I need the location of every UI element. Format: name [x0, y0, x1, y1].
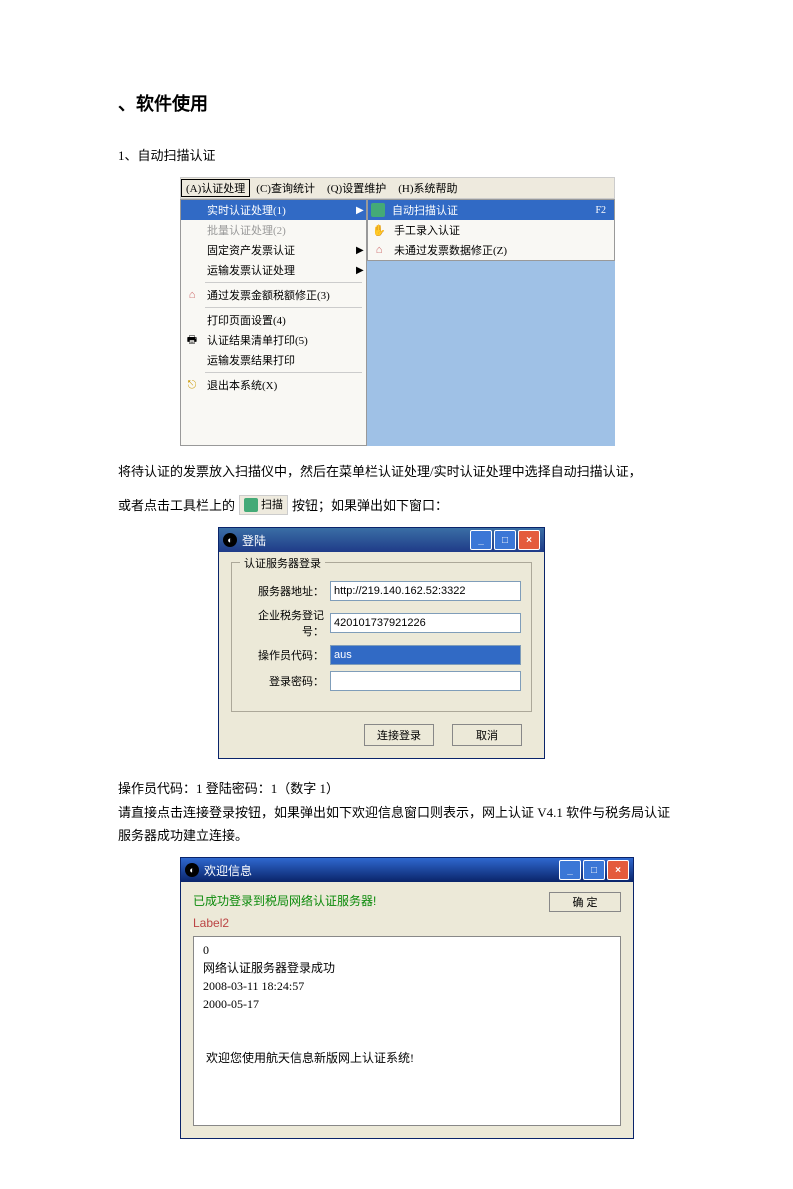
- menu-item-batch[interactable]: 批量认证处理(2): [181, 220, 366, 240]
- operator-code-label: 操作员代码：: [242, 647, 324, 663]
- label2: Label2: [193, 916, 621, 930]
- welcome-intro: 请直接点击连接登录按钮，如果弹出如下欢迎信息窗口则表示，网上认证 V4.1 软件…: [118, 801, 675, 848]
- login-titlebar[interactable]: ◐ 登陆 _ □ ×: [219, 528, 544, 552]
- menu-item-realtime[interactable]: 实时认证处理(1) ▶: [181, 200, 366, 220]
- menu-item-print-result[interactable]: 🖶认证结果清单打印(5): [181, 330, 366, 350]
- login-title: 登陆: [242, 532, 266, 549]
- tax-id-label: 企业税务登记号：: [242, 607, 324, 639]
- instruction-1: 将待认证的发票放入扫描仪中，然后在菜单栏认证处理/实时认证处理中选择自动扫描认证…: [118, 460, 675, 483]
- menu-item-amount-correct[interactable]: ⌂通过发票金额税额修正(3): [181, 285, 366, 305]
- tax-id-input[interactable]: [330, 613, 521, 633]
- blank-icon: [181, 200, 203, 220]
- welcome-title: 欢迎信息: [204, 862, 252, 879]
- submenu-data-correct[interactable]: ⌂未通过发票数据修正(Z): [368, 240, 614, 260]
- success-message: 已成功登录到税局网络认证服务器!: [193, 892, 549, 909]
- menu-item-print-setup[interactable]: 打印页面设置(4): [181, 310, 366, 330]
- home-icon: ⌂: [368, 240, 390, 260]
- instruction-2-after: 按钮；如果弹出如下窗口：: [292, 494, 448, 517]
- groupbox-legend: 认证服务器登录: [240, 555, 325, 571]
- scanner-icon: [371, 203, 385, 217]
- app-icon: ◐: [185, 863, 199, 877]
- cancel-button[interactable]: 取消: [452, 724, 522, 746]
- instruction-2-before: 或者点击工具栏上的: [118, 494, 235, 517]
- welcome-dialog: ◐ 欢迎信息 _ □ × 已成功登录到税局网络认证服务器! 确 定 Label2…: [180, 857, 634, 1139]
- minimize-button[interactable]: _: [470, 530, 492, 550]
- menu-auth[interactable]: (A)认证处理: [181, 179, 250, 197]
- page-heading: 、软件使用: [118, 90, 675, 116]
- submenu: 自动扫描认证 F2 ✋手工录入认证 ⌂未通过发票数据修正(Z): [367, 199, 615, 261]
- app-background: [367, 261, 615, 446]
- maximize-button[interactable]: □: [494, 530, 516, 550]
- hand-icon: ✋: [368, 220, 390, 240]
- menu-screenshot: (A)认证处理 (C)查询统计 (Q)设置维护 (H)系统帮助 实时认证处理(1…: [180, 177, 615, 446]
- login-groupbox: 认证服务器登录 服务器地址： 企业税务登记号： 操作员代码： 登录密码：: [231, 562, 532, 712]
- menubar: (A)认证处理 (C)查询统计 (Q)设置维护 (H)系统帮助: [180, 177, 615, 199]
- server-url-label: 服务器地址：: [242, 583, 324, 599]
- submenu-manual-entry[interactable]: ✋手工录入认证: [368, 220, 614, 240]
- menu-help[interactable]: (H)系统帮助: [392, 180, 463, 196]
- ok-button[interactable]: 确 定: [549, 892, 621, 912]
- main-dropdown: 实时认证处理(1) ▶ 批量认证处理(2) 固定资产发票认证▶ 运输发票认证处理…: [180, 199, 367, 446]
- chevron-right-icon: ▶: [356, 205, 366, 216]
- scanner-icon: [244, 498, 258, 512]
- instruction-2-line: 或者点击工具栏上的 扫描 按钮；如果弹出如下窗口：: [118, 494, 675, 517]
- connect-login-button[interactable]: 连接登录: [364, 724, 434, 746]
- section-title-1: 1、自动扫描认证: [118, 144, 675, 167]
- minimize-button[interactable]: _: [559, 860, 581, 880]
- menu-item-transport-print[interactable]: 运输发票结果打印: [181, 350, 366, 370]
- server-url-input[interactable]: [330, 581, 521, 601]
- login-dialog: ◐ 登陆 _ □ × 认证服务器登录 服务器地址： 企业税务登记号：: [218, 527, 545, 759]
- maximize-button[interactable]: □: [583, 860, 605, 880]
- operator-code-input[interactable]: [330, 645, 521, 665]
- submenu-auto-scan[interactable]: 自动扫描认证 F2: [368, 200, 614, 220]
- password-input[interactable]: [330, 671, 521, 691]
- credentials-note: 操作员代码：1 登陆密码：1（数字 1）: [118, 777, 675, 800]
- exit-icon: ⎋: [181, 375, 203, 395]
- menu-item-exit[interactable]: ⎋退出本系统(X): [181, 375, 366, 395]
- close-button[interactable]: ×: [607, 860, 629, 880]
- menu-item-fixed-asset[interactable]: 固定资产发票认证▶: [181, 240, 366, 260]
- menu-query[interactable]: (C)查询统计: [250, 180, 321, 196]
- menu-settings[interactable]: (Q)设置维护: [321, 180, 392, 196]
- welcome-titlebar[interactable]: ◐ 欢迎信息 _ □ ×: [181, 858, 633, 882]
- app-icon: ◐: [223, 533, 237, 547]
- printer-icon: 🖶: [181, 330, 203, 350]
- scan-toolbar-button[interactable]: 扫描: [239, 495, 288, 515]
- close-button[interactable]: ×: [518, 530, 540, 550]
- password-label: 登录密码：: [242, 673, 324, 689]
- home-icon: ⌂: [181, 285, 203, 305]
- welcome-memo[interactable]: 0 网络认证服务器登录成功 2008-03-11 18:24:57 2000-0…: [193, 936, 621, 1126]
- menu-item-transport[interactable]: 运输发票认证处理▶: [181, 260, 366, 280]
